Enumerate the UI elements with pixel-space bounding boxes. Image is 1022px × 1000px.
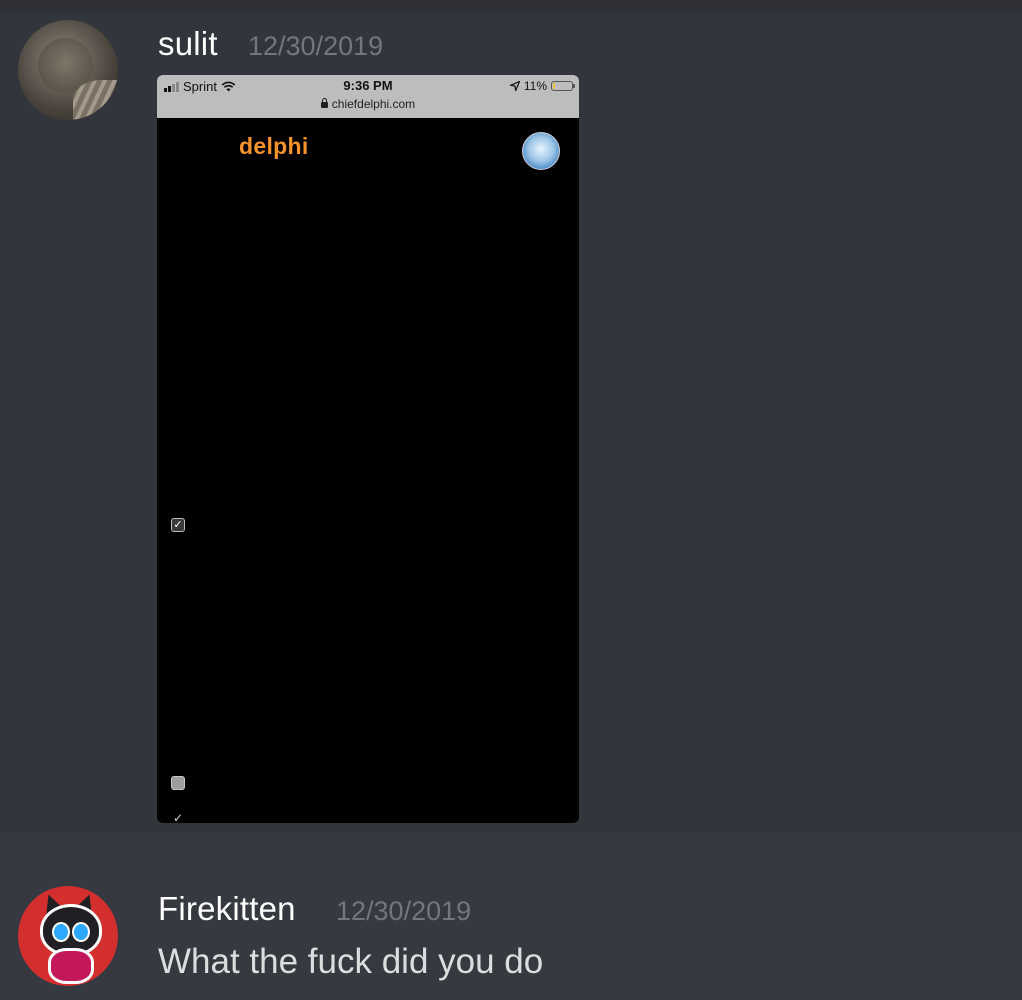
- status-right: 11%: [509, 79, 575, 93]
- avatar-fur: [73, 80, 118, 120]
- avatar[interactable]: [18, 20, 118, 120]
- url-bar: chiefdelphi.com: [157, 97, 579, 111]
- image-attachment[interactable]: Sprint 9:36 PM chiefdelphi.com 11% delph…: [157, 75, 579, 823]
- site-logo[interactable]: delphi: [239, 133, 309, 160]
- avatar-eye: [72, 922, 90, 942]
- timestamp: 12/30/2019: [248, 31, 384, 61]
- checkmark-partial: ✓: [173, 811, 184, 823]
- checkbox-unchecked[interactable]: [171, 776, 185, 790]
- timestamp: 12/30/2019: [336, 896, 472, 926]
- message-group: Firekitten 12/30/2019 What the fuck did …: [0, 832, 1022, 1000]
- top-bar: [0, 0, 1022, 12]
- phone-status-bar: Sprint 9:36 PM chiefdelphi.com 11%: [157, 75, 579, 118]
- checkbox-checked[interactable]: ✓: [171, 518, 185, 532]
- avatar-body: [48, 948, 94, 984]
- avatar[interactable]: [18, 886, 118, 986]
- username[interactable]: Firekitten: [158, 890, 296, 928]
- user-avatar[interactable]: [522, 132, 560, 170]
- url-text: chiefdelphi.com: [331, 97, 416, 111]
- battery-percent: 11%: [523, 79, 547, 93]
- avatar-eye: [52, 922, 70, 942]
- message-text: What the fuck did you do: [158, 942, 544, 981]
- lock-icon: [320, 98, 328, 108]
- location-arrow-icon: [509, 81, 520, 91]
- username[interactable]: sulit: [158, 25, 218, 63]
- battery-icon: [551, 81, 575, 91]
- battery-fill: [553, 83, 555, 89]
- message-group: sulit 12/30/2019 Sprint 9:36 PM chiefdel…: [0, 12, 1022, 832]
